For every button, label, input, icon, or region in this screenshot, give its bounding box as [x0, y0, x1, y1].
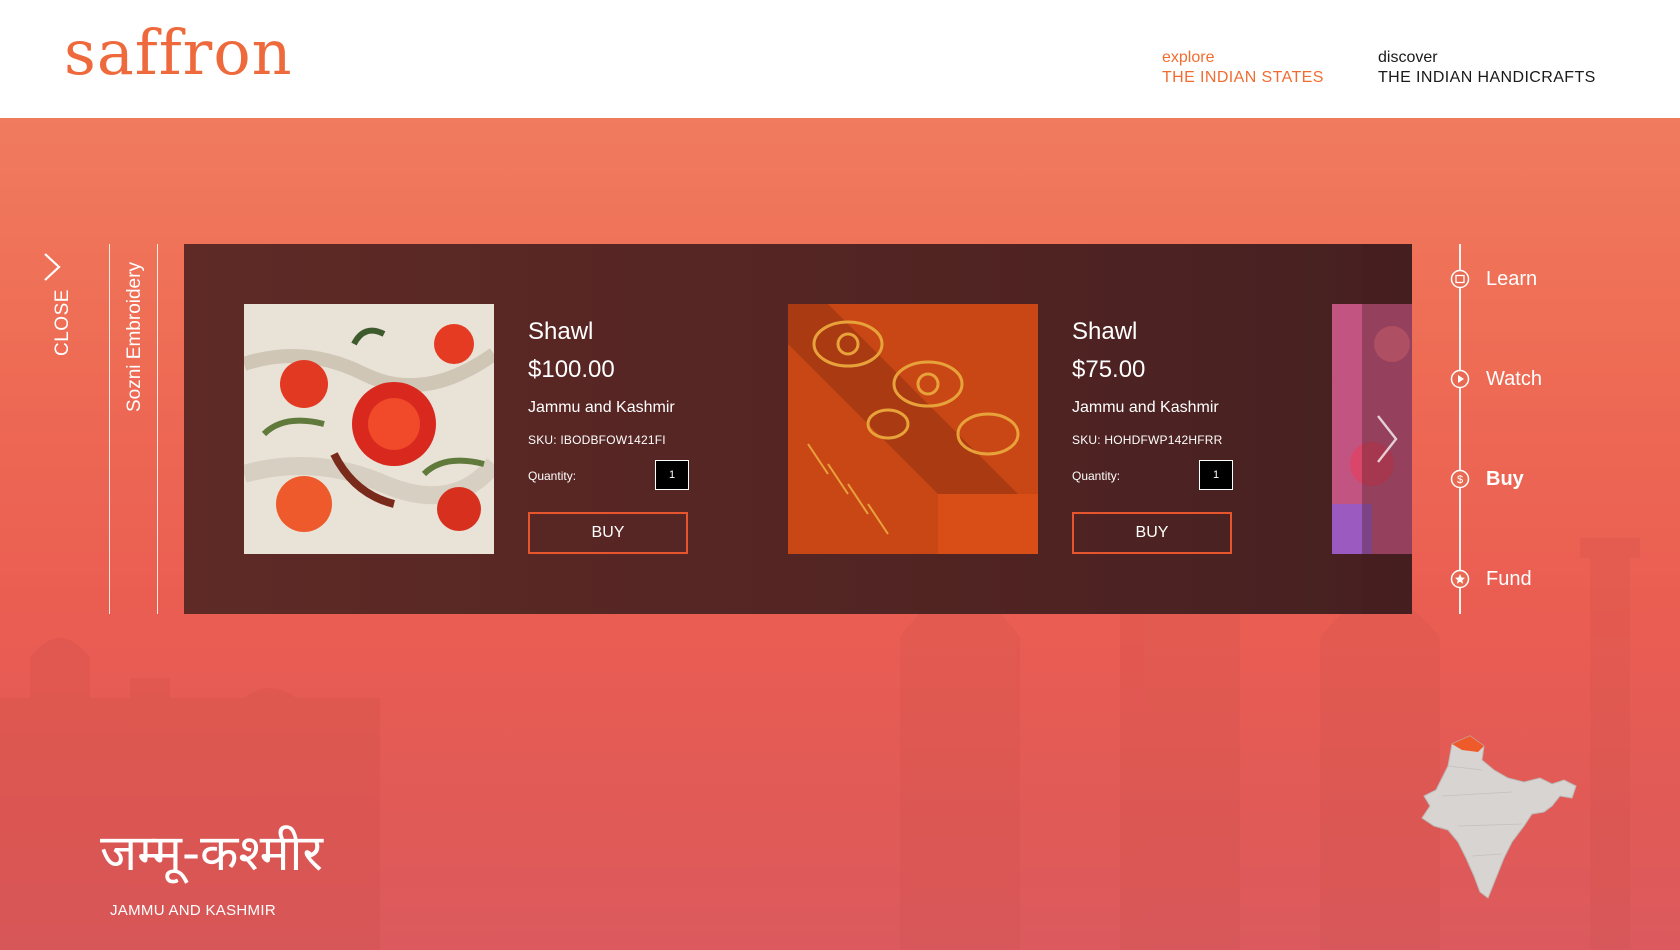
nav-explore-small: explore: [1162, 49, 1215, 66]
quantity-row: Quantity:: [1072, 460, 1262, 490]
side-nav-label: Watch: [1486, 368, 1542, 390]
saffron-logo[interactable]: saffron: [64, 22, 293, 84]
india-map-image[interactable]: [1412, 726, 1582, 906]
product-sku: SKU: HOHDFWP142HFRR: [1072, 433, 1223, 447]
product-name: Shawl: [528, 318, 594, 345]
side-nav-label: Learn: [1486, 268, 1538, 290]
divider-line: [109, 244, 110, 614]
quantity-input[interactable]: [655, 460, 689, 490]
nav-explore-big: THE INDIAN STATES: [1162, 69, 1324, 86]
svg-text:$: $: [1457, 474, 1463, 486]
nav-discover-big: THE INDIAN HANDICRAFTS: [1378, 69, 1596, 86]
product-price: $75.00: [1072, 356, 1146, 383]
play-icon: [1450, 369, 1470, 389]
buy-button[interactable]: BUY: [528, 512, 688, 554]
side-nav-line: [1459, 244, 1461, 614]
state-name: JAMMU AND KASHMIR: [110, 902, 276, 919]
product-carousel: Shawl $100.00 Jammu and Kashmir SKU: IBO…: [184, 244, 1412, 614]
product-name: Shawl: [1072, 318, 1138, 345]
product-price: $100.00: [528, 356, 615, 383]
category-label: Sozni Embroidery: [124, 262, 145, 412]
quantity-row: Quantity:: [528, 460, 718, 490]
product-state: Jammu and Kashmir: [1072, 399, 1219, 416]
paisley-shawl-image[interactable]: [788, 304, 1038, 554]
star-icon: [1450, 569, 1470, 589]
quantity-label: Quantity:: [1072, 469, 1121, 483]
state-name-hindi: जम्मू-कश्मीर: [100, 824, 324, 884]
chevron-right-icon[interactable]: [1374, 414, 1400, 464]
nav-discover-handicrafts[interactable]: discover THE INDIAN HANDICRAFTS: [1378, 48, 1596, 88]
state-name-hindi-text: जम्मू-कश्मीर: [100, 824, 324, 884]
dollar-icon: $: [1450, 469, 1470, 489]
embroidered-shawl-image[interactable]: [244, 304, 494, 554]
nav-explore-indian-states[interactable]: explore THE INDIAN STATES: [1162, 48, 1324, 88]
buy-button[interactable]: BUY: [1072, 512, 1232, 554]
side-nav-label: Fund: [1486, 568, 1532, 590]
product-sku: SKU: IBODBFOW1421FI: [528, 433, 666, 447]
quantity-label: Quantity:: [528, 469, 577, 483]
product-info: Shawl $75.00 Jammu and Kashmir SKU: HOHD…: [1072, 304, 1262, 554]
close-label[interactable]: CLOSE: [52, 289, 74, 356]
side-nav-label: Buy: [1486, 468, 1524, 490]
book-icon: [1450, 269, 1470, 289]
divider-line: [157, 244, 158, 614]
product-info: Shawl $100.00 Jammu and Kashmir SKU: IBO…: [528, 304, 718, 554]
nav-discover-small: discover: [1378, 49, 1438, 66]
top-header: saffron explore THE INDIAN STATES discov…: [0, 0, 1680, 118]
chevron-right-icon: [44, 253, 61, 281]
quantity-input[interactable]: [1199, 460, 1233, 490]
product-state: Jammu and Kashmir: [528, 399, 675, 416]
